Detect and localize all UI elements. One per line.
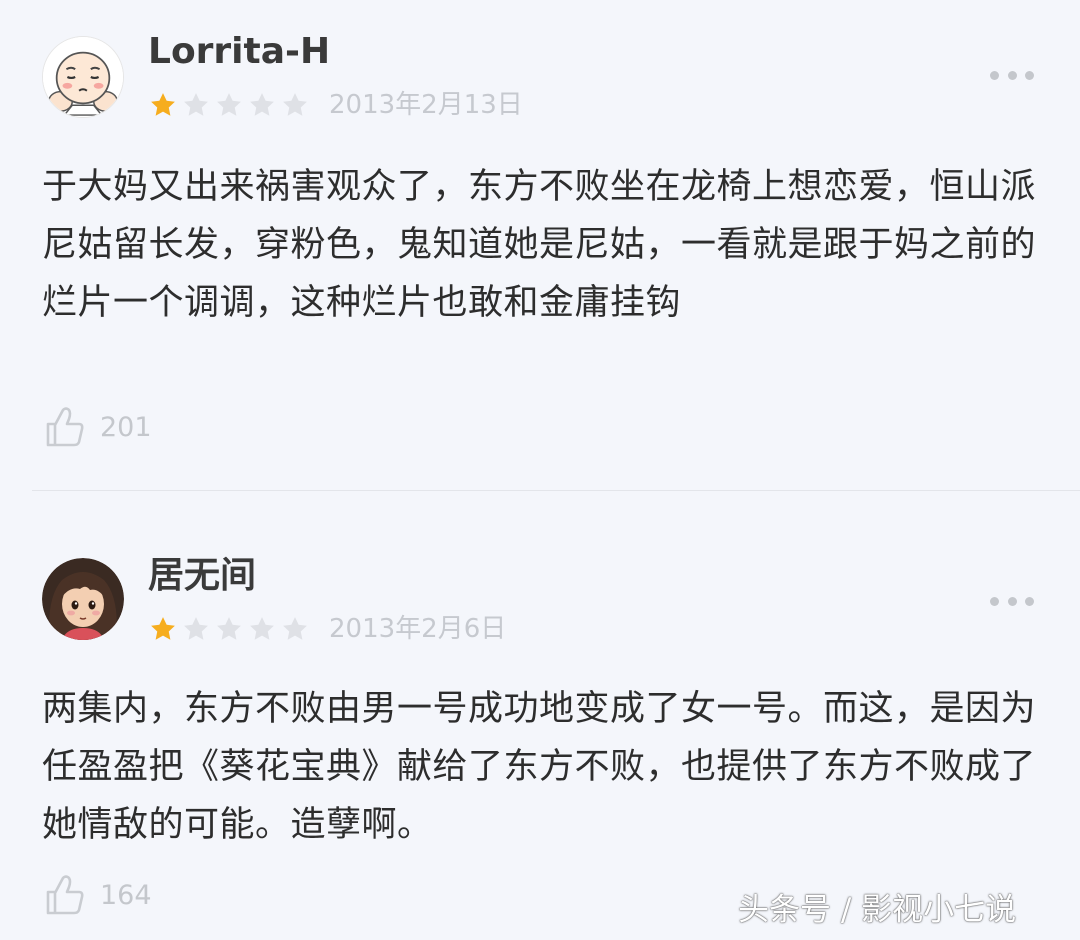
- like-count: 164: [100, 879, 152, 911]
- star-empty-icon: [247, 90, 277, 120]
- star-empty-icon: [214, 614, 244, 644]
- watermark: 头条号 / 影视小七说: [738, 892, 1017, 928]
- review-card: Lorrita-H 2013年2月13日 于大妈又出来祸害观众了，东方不败坐在龙…: [0, 0, 1080, 490]
- more-dots-icon: [990, 70, 999, 80]
- rating-row: 2013年2月6日: [148, 612, 506, 646]
- review-date: 2013年2月13日: [329, 90, 523, 120]
- more-dot: [1007, 70, 1017, 80]
- star-empty-icon: [181, 614, 211, 644]
- more-button[interactable]: [990, 592, 1034, 610]
- rating-row: 2013年2月13日: [148, 88, 523, 122]
- review-text: 两集内，东方不败由男一号成功地变成了女一号。而这，是因为任盈盈把《葵花宝典》献给…: [42, 689, 1037, 845]
- divider: [32, 490, 1080, 491]
- more-dot: [1007, 596, 1017, 606]
- thumbs-up-icon: [46, 875, 84, 915]
- avatar[interactable]: [42, 36, 124, 118]
- review-date: 2013年2月6日: [329, 614, 507, 644]
- more-dots-icon: [990, 596, 999, 606]
- star-filled-icon: [148, 90, 178, 120]
- cartoon-face-avatar-icon: [43, 37, 123, 117]
- like-button[interactable]: 201: [44, 404, 152, 450]
- like-button[interactable]: 164: [44, 872, 152, 918]
- avatar[interactable]: [42, 558, 124, 640]
- like-count: 201: [100, 411, 152, 443]
- star-empty-icon: [280, 614, 310, 644]
- star-empty-icon: [214, 90, 244, 120]
- review-card: 居无间 2013年2月6日 两集内，东方不败由男一号成功地变成了女一号。而这，是…: [0, 520, 1080, 940]
- star-empty-icon: [280, 90, 310, 120]
- username[interactable]: 居无间: [148, 556, 256, 596]
- thumbs-up-icon: [46, 407, 84, 447]
- username[interactable]: Lorrita-H: [148, 32, 330, 72]
- review-text: 于大妈又出来祸害观众了，东方不败坐在龙椅上想恋爱，恒山派尼姑留长发，穿粉色，鬼知…: [42, 167, 1037, 323]
- star-empty-icon: [181, 90, 211, 120]
- star-filled-icon: [148, 614, 178, 644]
- more-dot: [1025, 596, 1034, 606]
- more-button[interactable]: [990, 66, 1034, 84]
- star-empty-icon: [247, 614, 277, 644]
- anime-girl-avatar-icon: [42, 558, 124, 640]
- more-dot: [1025, 70, 1034, 80]
